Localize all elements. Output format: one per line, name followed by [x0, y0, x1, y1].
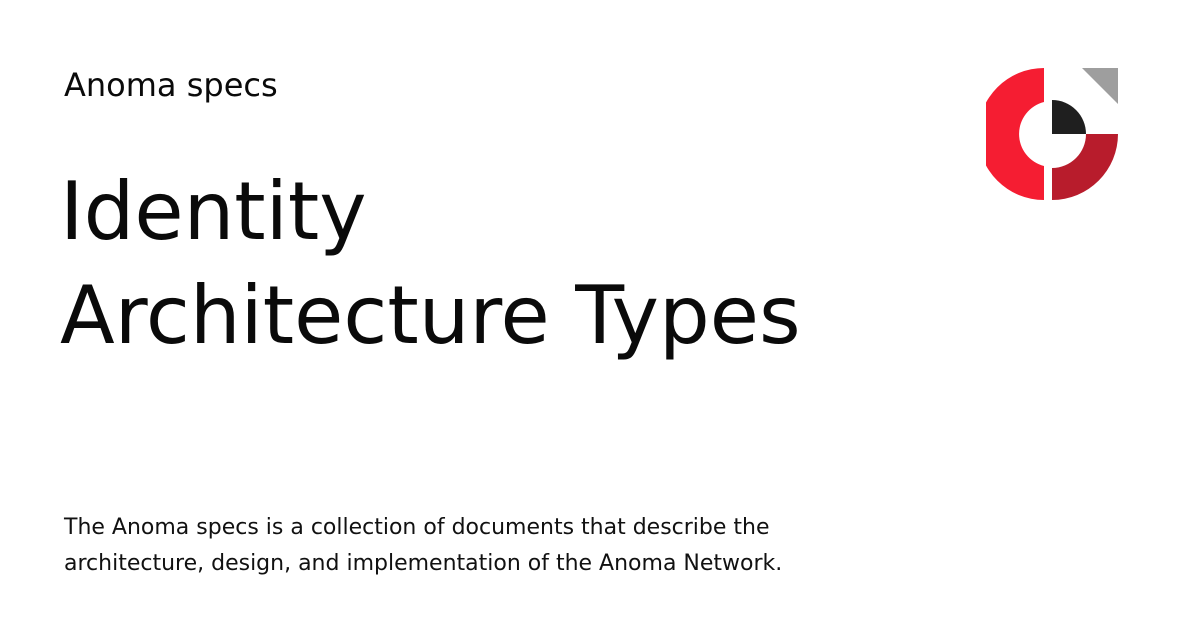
anoma-logo-icon — [986, 68, 1118, 200]
logo-lower-right-arc — [1052, 134, 1118, 200]
page-title-line-1: Identity — [60, 165, 367, 258]
logo-left-arc — [986, 68, 1044, 200]
page-title-line-2: Architecture Types — [60, 269, 801, 362]
description-line-2: architecture, design, and implementation… — [64, 551, 783, 576]
social-card: Anoma specs Identity Architecture Types … — [0, 0, 1200, 630]
logo-inner-quarter — [1052, 100, 1086, 134]
page-title: Identity Architecture Types — [60, 160, 960, 368]
description-line-1: The Anoma specs is a collection of docum… — [64, 515, 770, 540]
page-description: The Anoma specs is a collection of docum… — [64, 510, 884, 582]
site-name: Anoma specs — [64, 66, 278, 104]
logo-corner-triangle — [1082, 68, 1118, 104]
